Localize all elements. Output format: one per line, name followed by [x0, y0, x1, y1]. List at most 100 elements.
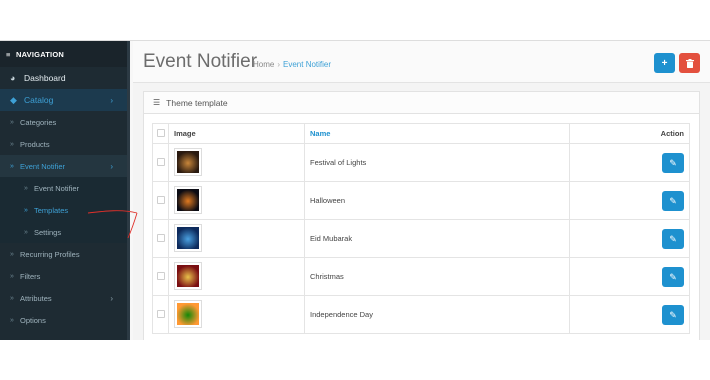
breadcrumb-separator: › — [277, 60, 281, 69]
row-action-cell: ✎ — [569, 219, 690, 258]
row-action-cell: ✎ — [569, 295, 690, 334]
plus-icon: + — [661, 57, 668, 69]
sidebar-item-options[interactable]: » Options — [0, 309, 127, 331]
panel-title: Theme template — [166, 97, 228, 108]
row-image-cell — [168, 295, 305, 334]
tag-icon: ◆ — [10, 94, 17, 105]
thumbnail-image — [177, 188, 199, 211]
row-checkbox[interactable] — [156, 157, 165, 166]
theme-template-panel: ☰ Theme template Image Name Action Festi… — [143, 91, 700, 340]
row-checkbox[interactable] — [156, 195, 165, 204]
row-name-cell: Eid Mubarak — [304, 219, 570, 258]
pencil-icon: ✎ — [669, 271, 677, 282]
sidebar-subitem-event-notifier[interactable]: » Event Notifier — [0, 177, 127, 199]
edit-button[interactable]: ✎ — [662, 266, 684, 287]
column-header-image: Image — [168, 123, 305, 144]
menu-icon[interactable]: ≡ — [6, 50, 13, 59]
templates-table: Image Name Action Festival of Lights ✎ H… — [152, 123, 690, 334]
sidebar-item-label: Options — [20, 315, 46, 325]
sidebar-item-label: Catalog — [24, 95, 54, 105]
select-all-cell — [152, 123, 169, 144]
sidebar-item-filters[interactable]: » Filters — [0, 265, 127, 287]
row-select-cell — [152, 257, 169, 296]
navigation-heading: NAVIGATION — [16, 49, 64, 59]
row-action-cell: ✎ — [569, 181, 690, 220]
row-action-cell: ✎ — [569, 257, 690, 296]
sidebar-item-label: Recurring Profiles — [20, 249, 80, 259]
sidebar: ≡ NAVIGATION ◕ Dashboard ◆ Catalog › » C… — [0, 41, 130, 340]
sidebar-item-products[interactable]: » Products — [0, 133, 127, 155]
add-new-button[interactable]: + — [654, 53, 675, 73]
breadcrumb-current-link[interactable]: Event Notifier — [283, 60, 331, 69]
table-row: Halloween ✎ — [152, 181, 690, 220]
row-name-cell: Independence Day — [304, 295, 570, 334]
sidebar-item-recurring-profiles[interactable]: » Recurring Profiles — [0, 243, 127, 265]
row-select-cell — [152, 181, 169, 220]
sidebar-item-dashboard[interactable]: ◕ Dashboard — [0, 67, 127, 89]
table-header-row: Image Name Action — [152, 123, 690, 144]
row-select-cell — [152, 143, 169, 182]
double-chevron-icon: » — [10, 294, 14, 302]
column-header-action: Action — [569, 123, 690, 144]
row-name-cell: Halloween — [304, 181, 570, 220]
select-all-checkbox[interactable] — [156, 128, 165, 137]
sidebar-item-attributes[interactable]: » Attributes › — [0, 287, 127, 309]
row-image-cell — [168, 219, 305, 258]
row-checkbox[interactable] — [156, 271, 165, 280]
row-name-cell: Festival of Lights — [304, 143, 570, 182]
thumbnail-image — [177, 264, 199, 287]
template-thumbnail — [174, 185, 202, 214]
table-row: Christmas ✎ — [152, 257, 690, 296]
chevron-right-icon: › — [110, 95, 113, 105]
sidebar-item-catalog[interactable]: ◆ Catalog › — [0, 89, 127, 111]
thumbnail-image — [177, 302, 199, 325]
sidebar-subitem-templates[interactable]: » Templates — [0, 199, 127, 221]
pencil-icon: ✎ — [669, 233, 677, 244]
double-chevron-icon: » — [10, 140, 14, 148]
thumbnail-image — [177, 150, 199, 173]
panel-heading: ☰ Theme template — [144, 92, 699, 114]
breadcrumb-home-link[interactable]: Home — [253, 60, 274, 69]
edit-button[interactable]: ✎ — [662, 190, 684, 211]
pencil-icon: ✎ — [669, 195, 677, 206]
row-select-cell — [152, 219, 169, 258]
double-chevron-icon: » — [10, 316, 14, 324]
breadcrumb: Home › Event Notifier — [253, 60, 331, 69]
trash-icon — [685, 58, 694, 68]
edit-button[interactable]: ✎ — [662, 228, 684, 249]
row-action-cell: ✎ — [569, 143, 690, 182]
delete-button[interactable] — [679, 53, 700, 73]
template-thumbnail — [174, 299, 202, 328]
sidebar-subitem-settings[interactable]: » Settings — [0, 221, 127, 243]
main-content: Event Notifier Home › Event Notifier + ☰ — [133, 41, 710, 340]
edit-button[interactable]: ✎ — [662, 304, 684, 325]
row-checkbox[interactable] — [156, 309, 165, 318]
row-checkbox[interactable] — [156, 233, 165, 242]
double-chevron-icon: » — [10, 272, 14, 280]
double-chevron-icon: » — [10, 250, 14, 258]
sidebar-item-label: Event Notifier — [20, 161, 66, 171]
sidebar-item-label: Dashboard — [24, 73, 66, 83]
sidebar-item-label: Products — [20, 139, 50, 149]
row-image-cell — [168, 181, 305, 220]
edit-button[interactable]: ✎ — [662, 152, 684, 173]
table-row: Independence Day ✎ — [152, 295, 690, 334]
sidebar-item-label: Categories — [20, 117, 57, 127]
dashboard-icon: ◕ — [10, 73, 16, 83]
column-header-name[interactable]: Name — [304, 123, 570, 144]
double-chevron-icon: » — [24, 228, 28, 236]
sidebar-item-event-notifier[interactable]: » Event Notifier › — [0, 155, 127, 177]
chevron-right-icon: › — [110, 293, 113, 303]
pencil-icon: ✎ — [669, 309, 677, 320]
sidebar-item-label: Event Notifier — [34, 183, 80, 193]
row-image-cell — [168, 143, 305, 182]
sidebar-item-label: Templates — [34, 205, 69, 215]
sidebar-item-label: Settings — [34, 227, 62, 237]
page-title: Event Notifier — [143, 51, 258, 72]
sidebar-item-categories[interactable]: » Categories — [0, 111, 127, 133]
double-chevron-icon: » — [24, 206, 28, 214]
double-chevron-icon: » — [10, 162, 14, 170]
admin-screen: ≡ NAVIGATION ◕ Dashboard ◆ Catalog › » C… — [0, 40, 710, 340]
double-chevron-icon: » — [24, 184, 28, 192]
list-icon: ☰ — [153, 98, 161, 107]
